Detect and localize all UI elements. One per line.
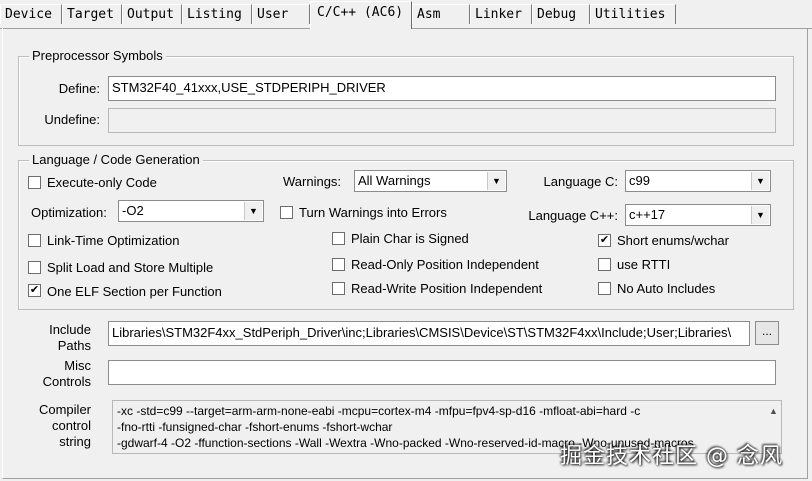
misc-controls-label-line1: Misc (64, 358, 91, 373)
short-enums-label: Short enums/wchar (617, 233, 729, 248)
turn-warnings-label: Turn Warnings into Errors (299, 205, 447, 220)
warnings-select[interactable]: All Warnings ▼ (354, 170, 507, 192)
one-elf-label: One ELF Section per Function (47, 284, 222, 299)
use-rtti-label: use RTTI (617, 257, 671, 272)
use-rtti-checkbox[interactable] (598, 258, 611, 271)
undefine-input[interactable] (108, 108, 776, 133)
optimization-value: -O2 (122, 203, 144, 218)
define-input[interactable]: STM32F40_41xxx,USE_STDPERIPH_DRIVER (108, 76, 776, 101)
language-cpp-label: Language C++: (528, 208, 618, 223)
tab-bar: Device Target Output Listing User C/C++ … (0, 0, 812, 29)
optimization-label: Optimization: (31, 205, 107, 220)
tab-asm[interactable]: Asm (412, 4, 470, 24)
include-paths-label-line1: Include (49, 322, 91, 337)
tab-utilities[interactable]: Utilities (590, 4, 676, 24)
link-time-checkbox[interactable] (28, 234, 41, 247)
tab-device[interactable]: Device (0, 4, 62, 24)
tab-user[interactable]: User (252, 4, 310, 24)
read-only-pi-checkbox[interactable] (332, 258, 345, 271)
link-time-label: Link-Time Optimization (47, 233, 180, 248)
one-elf-checkbox[interactable]: ✔ (28, 284, 41, 297)
watermark-text: 掘金技术社区 @ 念风 (560, 444, 783, 469)
language-c-value: c99 (629, 173, 650, 188)
compiler-line: -fno-rtti -funsigned-char -fshort-enums … (117, 420, 393, 434)
define-label: Define: (58, 81, 100, 96)
language-cpp-value: c++17 (629, 207, 666, 222)
language-cpp-select[interactable]: c++17 ▼ (625, 204, 771, 226)
split-load-label: Split Load and Store Multiple (47, 260, 214, 275)
read-only-pi-label: Read-Only Position Independent (351, 257, 539, 272)
scroll-up-icon[interactable]: ▲ (765, 402, 782, 420)
dropdown-arrow-icon: ▼ (244, 202, 262, 220)
execute-only-label: Execute-only Code (47, 175, 157, 190)
tab-linker[interactable]: Linker (470, 4, 532, 24)
split-load-checkbox[interactable] (28, 261, 41, 274)
compiler-string-label-line3: string (59, 434, 91, 449)
short-enums-checkbox[interactable]: ✔ (598, 234, 611, 247)
turn-warnings-checkbox[interactable] (280, 206, 293, 219)
no-auto-includes-checkbox[interactable] (598, 282, 611, 295)
check-icon: ✔ (29, 284, 40, 296)
no-auto-includes-label: No Auto Includes (617, 281, 716, 296)
language-c-label: Language C: (543, 174, 618, 189)
include-paths-input[interactable]: Libraries\STM32F4xx_StdPeriph_Driver\inc… (108, 321, 750, 346)
warnings-label: Warnings: (283, 174, 342, 189)
dropdown-arrow-icon: ▼ (751, 172, 769, 190)
tab-c-cpp-ac6[interactable]: C/C++ (AC6) (310, 1, 412, 29)
execute-only-checkbox[interactable] (28, 176, 41, 189)
tab-output[interactable]: Output (122, 4, 182, 24)
tab-target[interactable]: Target (62, 4, 122, 24)
optimization-select[interactable]: -O2 ▼ (118, 200, 264, 222)
compiler-line: -xc -std=c99 --target=arm-arm-none-eabi … (117, 404, 641, 418)
undefine-label: Undefine: (44, 112, 100, 127)
plain-char-label: Plain Char is Signed (351, 231, 469, 246)
tab-listing[interactable]: Listing (182, 4, 252, 24)
compiler-string-label-line1: Compiler (38, 402, 91, 417)
misc-controls-input[interactable] (108, 360, 776, 385)
check-icon: ✔ (599, 234, 610, 246)
compiler-string-label-line2: control (51, 418, 91, 433)
language-c-select[interactable]: c99 ▼ (625, 170, 771, 192)
language-title: Language / Code Generation (29, 152, 203, 168)
include-paths-label-line2: Paths (57, 338, 91, 353)
warnings-value: All Warnings (358, 173, 431, 188)
misc-controls-label-line2: Controls (42, 374, 91, 389)
dropdown-arrow-icon: ▼ (487, 172, 505, 190)
read-write-pi-checkbox[interactable] (332, 282, 345, 295)
preprocessor-title: Preprocessor Symbols (29, 48, 166, 64)
include-paths-browse-button[interactable]: ... (755, 321, 779, 345)
dropdown-arrow-icon: ▼ (751, 206, 769, 224)
tab-debug[interactable]: Debug (532, 4, 590, 24)
read-write-pi-label: Read-Write Position Independent (351, 281, 543, 296)
plain-char-checkbox[interactable] (332, 232, 345, 245)
